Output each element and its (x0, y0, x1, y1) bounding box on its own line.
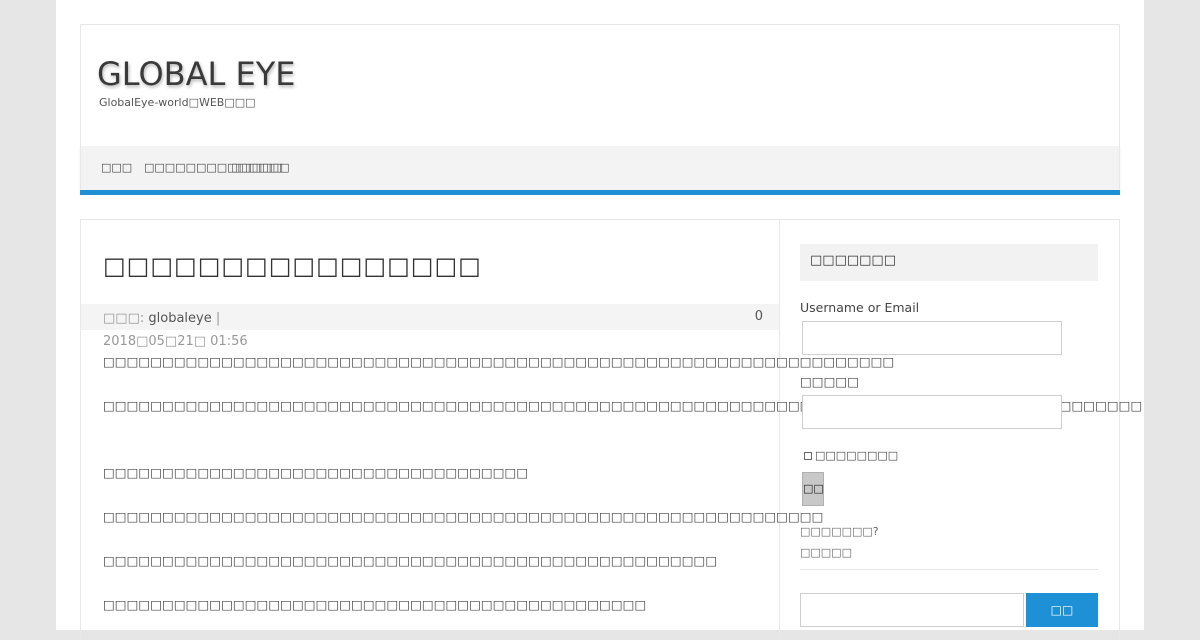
login-button[interactable]: □□ (802, 472, 824, 506)
meta-prefix: □□□: (103, 311, 149, 326)
search-input[interactable] (800, 593, 1024, 627)
password-input[interactable] (802, 395, 1062, 429)
search-button[interactable]: □□ (1026, 593, 1098, 627)
register-link[interactable]: □□□□□ (800, 546, 852, 559)
post-paragraph: □□□□□□□□□□□□□□□□□□□□□□□□□□□□□□□□□□□□ (103, 465, 529, 480)
site-title[interactable]: GLOBAL EYE (97, 55, 296, 93)
nav-accent-bar (80, 190, 1120, 195)
site-description: GlobalEye-world□WEB□□□ (99, 96, 256, 109)
sidebar: □□□□□□□ Username or Email □□□□□ □□□□□□□□… (800, 220, 1100, 640)
nav-item-contact[interactable]: □□□□□ (231, 161, 283, 174)
main-content: □□□□□□□□□□□□□□□□ □□□: globaleye | 2018□0… (81, 220, 1143, 640)
remember-checkbox[interactable] (804, 451, 812, 460)
password-label: □□□□□ (800, 374, 860, 389)
username-input[interactable] (802, 321, 1062, 355)
lost-password-link[interactable]: □□□□□□□? (800, 525, 879, 538)
post-paragraph: □□□□□□□□□□□□□□□□□□□□□□□□□□□□□□□□□□□□□□□□… (103, 597, 647, 612)
post-meta: □□□: globaleye | 2018□05□21□ 01:56 0 (81, 304, 779, 349)
sidebar-divider (800, 569, 1098, 570)
nav-item-home[interactable]: □□□ (101, 161, 132, 174)
remember-label: □□□□□□□□ (815, 449, 899, 462)
login-widget-title: □□□□□□□ (800, 244, 1098, 281)
site-header: GLOBAL EYE GlobalEye-world□WEB□□□ (80, 24, 1120, 146)
post-paragraph: □□□□□□□□□□□□□□□□□□□□□□□□□□□□□□□□□□□□□□□□… (103, 553, 718, 568)
content-area: □□□□□□□□□□□□□□□□ □□□: globaleye | 2018□0… (80, 219, 1143, 640)
comment-count[interactable]: 0 (755, 309, 763, 324)
post-title: □□□□□□□□□□□□□□□□ (103, 252, 482, 280)
post-paragraph: □□□□□□□□□□□□□□□□□□□□□□□□□□□□□□□□□□□□□□□□… (103, 354, 895, 369)
remember-me: □□□□□□□□ (804, 449, 898, 462)
username-label: Username or Email (800, 300, 920, 315)
post-meta-text: □□□: globaleye | 2018□05□21□ 01:56 (103, 307, 303, 353)
post-paragraph: □□□□□□□□□□□□□□□□□□□□□□□□□□□□□□□□□□□□□□□□… (103, 398, 1143, 413)
post-paragraph: □□□□□□□□□□□□□□□□□□□□□□□□□□□□□□□□□□□□□□□□… (103, 509, 824, 524)
page-container: GLOBAL EYE GlobalEye-world□WEB□□□ □□□ □□… (56, 0, 1144, 640)
main-nav: □□□ □□□□□□□□□□□□□□ □□□□□ (80, 146, 1120, 190)
post-author-link[interactable]: globaleye (148, 311, 211, 326)
